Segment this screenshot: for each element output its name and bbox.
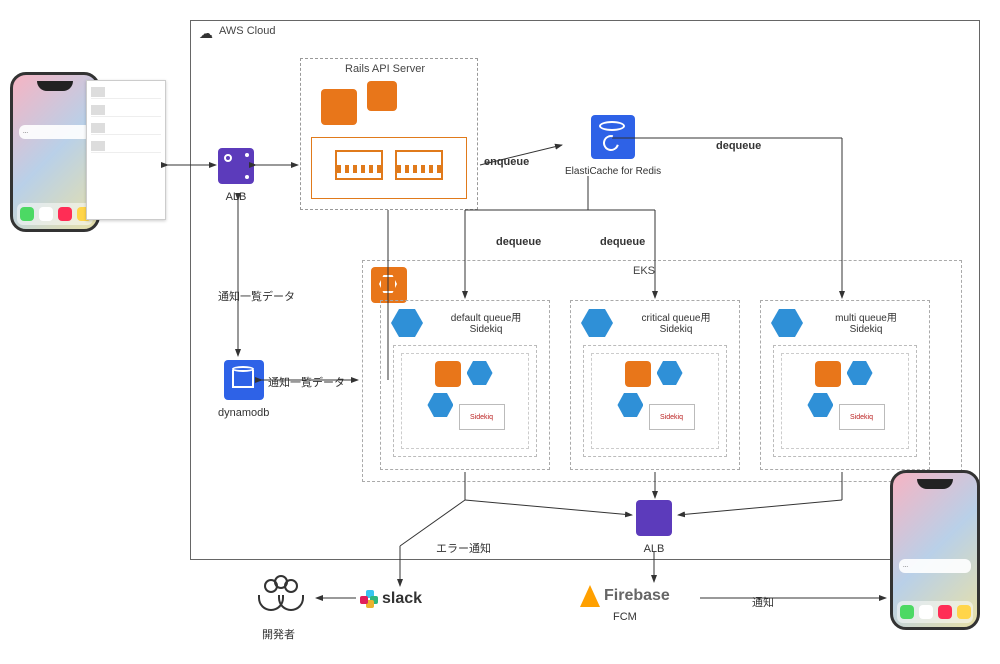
alb-bottom-label: ALB: [636, 543, 672, 555]
sidekiq-critical-title: critical queue用: [642, 313, 711, 324]
sidekiq-default-title: default queue用: [451, 313, 522, 324]
slack: slack: [360, 590, 422, 608]
sidekiq-multi-box: multi queue用 Sidekiq Sidekiq: [760, 300, 930, 470]
k8s-svc-icon: [657, 361, 683, 385]
eks-cluster-icon: [371, 267, 407, 303]
sidekiq-critical-box: critical queue用 Sidekiq Sidekiq: [570, 300, 740, 470]
developers-label: 開発者: [262, 626, 295, 642]
phone-list-overlay: [86, 80, 166, 220]
firebase-sub: FCM: [613, 611, 637, 623]
alb-top-label: ALB: [218, 191, 254, 203]
k8s-pod-icon: [771, 309, 803, 337]
sidekiq-badge: Sidekiq: [459, 404, 505, 430]
redis-label: ElastiCache for Redis: [565, 166, 661, 177]
rails-scaling-icon: [367, 81, 397, 114]
edge-error-notif: エラー通知: [436, 540, 491, 556]
developers-icon: [258, 575, 312, 619]
sidekiq-multi-sub: Sidekiq: [850, 324, 883, 335]
alb-icon: [636, 500, 672, 536]
ecs-icon: [815, 361, 841, 387]
edge-dequeue-right: dequeue: [716, 140, 761, 152]
eks-title: EKS: [633, 265, 655, 277]
edge-dequeue-mid2: dequeue: [600, 236, 645, 248]
ecs-task-icon: [395, 150, 443, 180]
redis-icon: [591, 115, 635, 159]
ecs-icon: [321, 89, 357, 125]
edge-enqueue: enqueue: [484, 156, 529, 168]
slack-icon: [360, 590, 378, 608]
rails-title: Rails API Server: [345, 63, 425, 75]
slack-label: slack: [382, 590, 422, 608]
sidekiq-multi-title: multi queue用: [835, 313, 897, 324]
cloud-icon: ☁: [199, 25, 213, 42]
alb-icon: [218, 148, 254, 184]
k8s-pod-icon: [581, 309, 613, 337]
alb-top: ALB: [218, 148, 254, 203]
dynamodb-icon: [224, 360, 264, 400]
firebase-label: Firebase: [604, 587, 670, 605]
sidekiq-critical-sub: Sidekiq: [660, 324, 693, 335]
edge-push-notif: 通知: [752, 594, 774, 610]
elasticache-redis: ElastiCache for Redis: [565, 115, 661, 177]
ecs-icon: [625, 361, 651, 387]
firebase: Firebase FCM: [580, 585, 670, 623]
ecs-icon: [435, 361, 461, 387]
autoscaling-icon: [367, 81, 397, 111]
sidekiq-default-box: default queue用 Sidekiq Sidekiq: [380, 300, 550, 470]
aws-cloud-title: AWS Cloud: [219, 25, 275, 37]
alb-bottom: ALB: [636, 500, 672, 555]
edge-notif-list-1: 通知一覧データ: [218, 288, 295, 304]
phone-client-right: ...: [890, 470, 980, 630]
edge-dequeue-mid1: dequeue: [496, 236, 541, 248]
dynamodb-label: dynamodb: [218, 407, 269, 419]
k8s-svc-icon: [467, 361, 493, 385]
dynamodb: dynamodb: [218, 360, 269, 419]
sidekiq-badge: Sidekiq: [839, 404, 885, 430]
sidekiq-badge: Sidekiq: [649, 404, 695, 430]
firebase-icon: [580, 585, 600, 607]
k8s-deploy-icon: [617, 393, 643, 417]
sidekiq-default-sub: Sidekiq: [470, 324, 503, 335]
k8s-deploy-icon: [807, 393, 833, 417]
k8s-svc-icon: [847, 361, 873, 385]
rails-ecs-icon: [321, 89, 357, 128]
k8s-pod-icon: [391, 309, 423, 337]
rails-box: Rails API Server: [300, 58, 478, 210]
edge-notif-list-2: 通知一覧データ: [268, 374, 345, 390]
k8s-deploy-icon: [427, 393, 453, 417]
ecs-task-icon: [335, 150, 383, 180]
